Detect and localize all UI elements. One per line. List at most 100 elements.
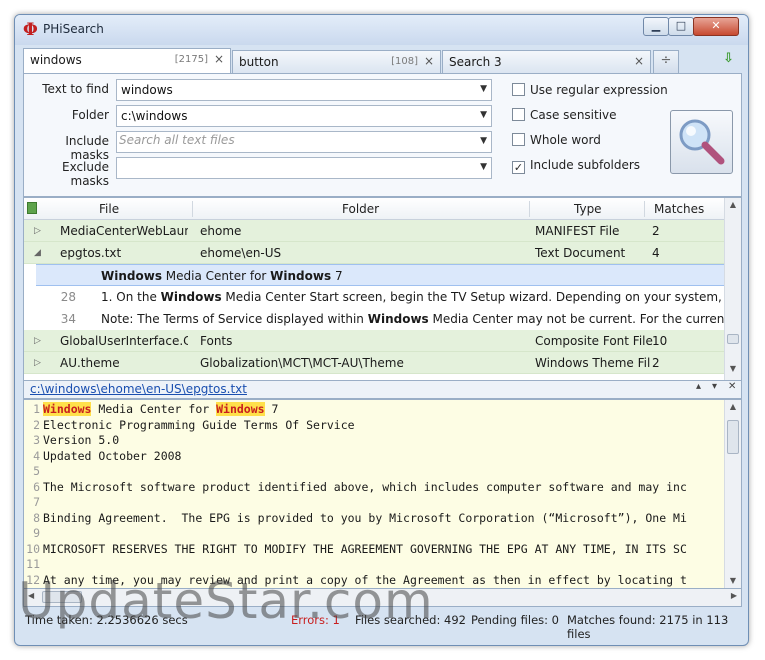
new-tab-button[interactable]: ÷: [653, 50, 679, 73]
title-bar[interactable]: Φ PHiSearch ▁ □ ✕: [15, 15, 748, 45]
regex-label: Use regular expression: [530, 83, 668, 97]
exclude-masks-combo[interactable]: ▼: [116, 157, 492, 179]
tab-windows[interactable]: windows [2175] ×: [23, 48, 231, 73]
regex-checkbox[interactable]: Use regular expression: [512, 83, 668, 97]
preview-line: 5: [24, 464, 43, 479]
highlighted-match: Windows: [216, 402, 265, 416]
column-header-file[interactable]: File: [99, 202, 119, 216]
type-cell: Text Document: [535, 246, 626, 260]
column-header-matches[interactable]: Matches: [654, 202, 704, 216]
expand-arrow-icon[interactable]: ▷: [34, 226, 41, 236]
case-sensitive-checkbox[interactable]: Case sensitive: [512, 108, 617, 122]
magnifier-icon: [679, 119, 725, 165]
table-row[interactable]: ▷ GlobalUserInterface.Con Fonts Composit…: [24, 330, 724, 352]
preview-line-number: 2: [33, 417, 40, 432]
preview-line: 8 Binding Agreement. The EPG is provided …: [24, 511, 687, 526]
column-separator[interactable]: [529, 201, 530, 217]
table-row[interactable]: ▷ AU.theme Globalization\MCT\MCT-AU\Them…: [24, 352, 724, 374]
column-separator[interactable]: [644, 201, 645, 217]
folder-cell: Fonts: [200, 334, 233, 348]
checkbox-box[interactable]: [512, 83, 525, 96]
preview-line-number: 9: [33, 526, 40, 540]
collapse-arrow-icon[interactable]: ◢: [34, 248, 41, 258]
file-cell: AU.theme: [60, 356, 120, 370]
scroll-down-icon[interactable]: ▼: [725, 576, 741, 585]
preview-file-path-link[interactable]: c:\windows\ehome\en-US\epgtos.txt: [30, 382, 247, 396]
file-cell: epgtos.txt: [60, 246, 122, 260]
match-row[interactable]: 34 Note: The Terms of Service displayed …: [36, 308, 724, 330]
tab-button[interactable]: button [108] ×: [232, 50, 441, 73]
preview-text: Binding Agreement. The EPG is provided t…: [43, 510, 687, 525]
preview-line: 9: [24, 526, 43, 541]
scroll-right-icon[interactable]: ▶: [731, 591, 737, 600]
preview-line-number: 1: [33, 402, 40, 416]
previous-match-icon[interactable]: ▴: [696, 381, 701, 392]
preview-vertical-scrollbar[interactable]: ▲ ▼: [724, 400, 741, 588]
table-row[interactable]: ◢ epgtos.txt ehome\en-US Text Document 4: [24, 242, 724, 264]
scroll-thumb[interactable]: [727, 334, 739, 344]
folder-cell: ehome: [200, 224, 242, 238]
match-row[interactable]: 28 1. On the Windows Media Center Start …: [36, 286, 724, 308]
expand-arrow-icon[interactable]: ▷: [34, 358, 41, 368]
scroll-thumb[interactable]: [727, 420, 739, 454]
results-header: File Folder Type Matches: [24, 198, 724, 220]
dropdown-arrow-icon[interactable]: ▼: [480, 136, 487, 146]
match-text: 1. On the Windows Media Center Start scr…: [101, 290, 724, 304]
search-button[interactable]: [670, 110, 733, 174]
file-preview[interactable]: 1 Windows Media Center for Windows 7 2 Elec…: [23, 399, 742, 589]
checkbox-checked-icon[interactable]: ✓: [512, 161, 525, 174]
tab-close-icon[interactable]: ×: [214, 52, 224, 66]
tab-search-3[interactable]: Search 3 ×: [442, 50, 651, 73]
whole-word-label: Whole word: [530, 133, 601, 147]
column-header-folder[interactable]: Folder: [342, 202, 379, 216]
maximize-button[interactable]: □: [668, 17, 694, 36]
preview-header: c:\windows\ehome\en-US\epgtos.txt ▴ ▾ ✕: [23, 381, 742, 399]
text-to-find-combo[interactable]: windows ▼: [116, 79, 492, 101]
preview-text: Updated October 2008: [43, 448, 182, 463]
results-grid: File Folder Type Matches ▷ MediaCenterWe…: [23, 197, 742, 381]
search-tabs: windows [2175] × button [108] × Search 3…: [23, 48, 742, 73]
matches-cell: 4: [652, 246, 660, 260]
tab-label: windows: [30, 53, 82, 67]
match-row[interactable]: Windows Media Center for Windows 7: [36, 264, 724, 286]
preview-line: 10 MICROSOFT RESERVES THE RIGHT TO MODIFY…: [24, 542, 687, 557]
folder-combo[interactable]: c:\windows ▼: [116, 105, 492, 127]
dropdown-arrow-icon[interactable]: ▼: [480, 84, 487, 94]
scroll-down-icon[interactable]: ▼: [725, 364, 741, 373]
dropdown-arrow-icon[interactable]: ▼: [480, 110, 487, 120]
preview-line-number: 3: [33, 433, 40, 447]
expand-arrow-icon[interactable]: ▷: [34, 336, 41, 346]
minimize-button[interactable]: ▁: [643, 17, 669, 36]
tab-close-icon[interactable]: ×: [634, 54, 644, 68]
whole-word-checkbox[interactable]: Whole word: [512, 133, 601, 147]
dropdown-arrow-icon[interactable]: ▼: [480, 162, 487, 172]
preview-line-number: 10: [26, 541, 40, 556]
include-masks-label: Include masks: [65, 134, 109, 162]
folder-cell: Globalization\MCT\MCT-AU\Theme: [200, 356, 404, 370]
results-vertical-scrollbar[interactable]: ▲ ▼: [724, 198, 741, 380]
matches-cell: 10: [652, 334, 668, 348]
preview-line-number: 11: [26, 557, 40, 571]
scroll-up-icon[interactable]: ▲: [725, 402, 741, 411]
tab-close-icon[interactable]: ×: [424, 54, 434, 68]
preview-line-number: 7: [33, 495, 40, 509]
close-preview-icon[interactable]: ✕: [728, 381, 736, 392]
include-subfolders-checkbox[interactable]: ✓ Include subfolders: [512, 158, 640, 174]
table-row[interactable]: ▷ MediaCenterWebLaunch ehome MANIFEST Fi…: [24, 220, 724, 242]
next-match-icon[interactable]: ▾: [712, 381, 717, 392]
preview-line: 1 Windows Media Center for Windows 7: [24, 402, 278, 417]
checkbox-box[interactable]: [512, 108, 525, 121]
preview-text: MICROSOFT RESERVES THE RIGHT TO MODIFY T…: [43, 541, 687, 556]
export-file-icon[interactable]: [27, 202, 37, 214]
column-header-type[interactable]: Type: [574, 202, 602, 216]
down-arrow-icon[interactable]: ⇩: [723, 51, 734, 66]
include-masks-input[interactable]: [119, 133, 459, 147]
scroll-up-icon[interactable]: ▲: [725, 200, 741, 209]
column-separator[interactable]: [192, 201, 193, 217]
close-window-button[interactable]: ✕: [693, 17, 739, 36]
include-masks-combo[interactable]: ▼: [116, 131, 492, 153]
preview-text: 7: [264, 402, 279, 416]
preview-line-number: 8: [33, 510, 40, 525]
pending-files-status: Pending files: 0: [471, 613, 559, 627]
checkbox-box[interactable]: [512, 133, 525, 146]
